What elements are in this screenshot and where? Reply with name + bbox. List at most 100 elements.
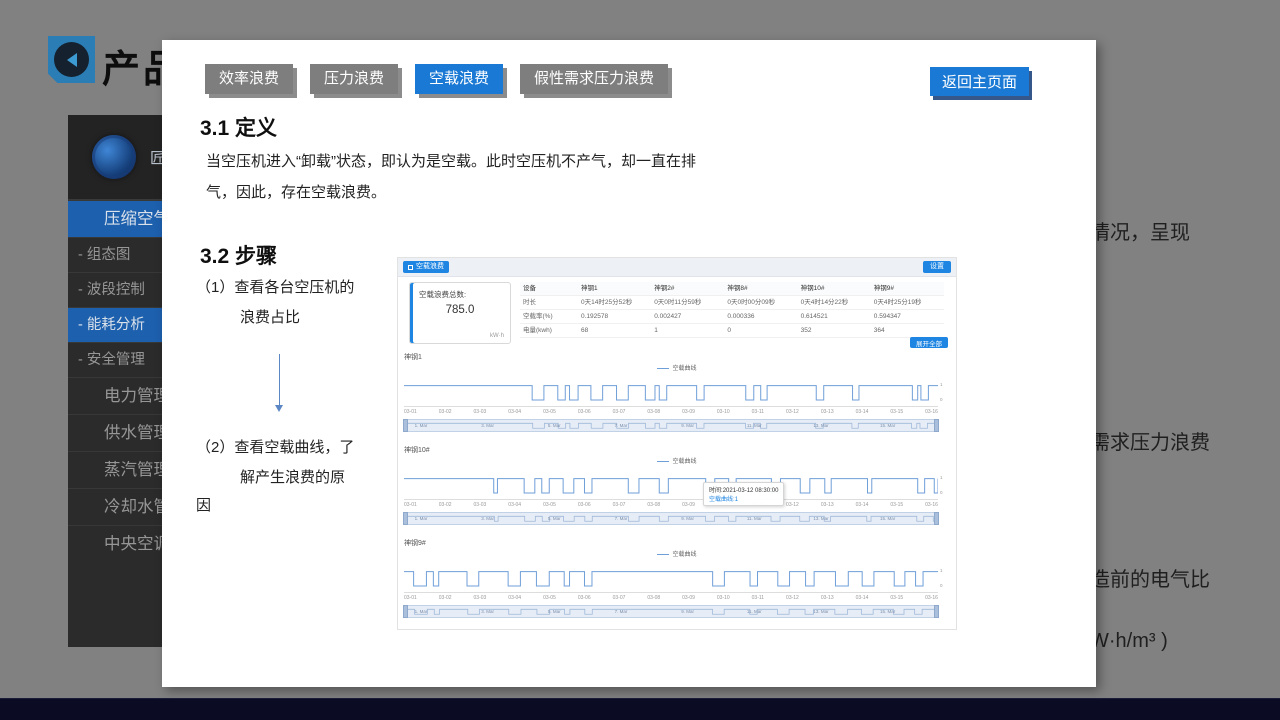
- y-axis-label: 1: [940, 382, 949, 387]
- expand-all-button[interactable]: 展开全部: [910, 337, 948, 348]
- legend-line-icon: [657, 461, 669, 462]
- x-tick-label: 03-06: [578, 595, 591, 601]
- screenshot-header: 空载浪费 设置: [398, 258, 956, 277]
- y-axis-label: 0: [940, 583, 949, 588]
- x-tick-label: 03-02: [439, 409, 452, 415]
- chart-device-label: 神钢1: [404, 352, 422, 362]
- chart-legend[interactable]: 空载曲线: [398, 456, 956, 465]
- step2-text-line2: 解产生浪费的原: [240, 466, 345, 487]
- background-text-fragment: 造前的电气比: [1090, 563, 1210, 592]
- table-cell: 0天4时14分22秒: [798, 296, 871, 309]
- brush-date-label: 3. Mar: [481, 609, 494, 614]
- brush-date-label: 1. Mar: [415, 609, 428, 614]
- x-tick-label: 03-08: [647, 595, 660, 601]
- table-row-name: 电量(kwh): [520, 324, 578, 337]
- brush-date-label: 1. Mar: [415, 516, 428, 521]
- brush-handle-right[interactable]: [934, 419, 939, 432]
- x-tick-label: 03-11: [752, 409, 764, 415]
- data-zoom-brush[interactable]: 1. Mar3. Mar5. Mar7. Mar9. Mar11. Mar13.…: [404, 512, 938, 525]
- settings-button[interactable]: 设置: [923, 261, 951, 273]
- panel-badge-label: 空载浪费: [416, 261, 444, 273]
- x-tick-label: 03-07: [613, 595, 626, 601]
- step1-text: （1）查看各台空压机的: [196, 276, 354, 297]
- chart-plot[interactable]: 10: [404, 376, 938, 407]
- chart-legend[interactable]: 空载曲线: [398, 363, 956, 372]
- table-cell: 0.000336: [724, 310, 797, 323]
- brush-handle-left[interactable]: [403, 419, 408, 432]
- definition-heading: 3.1 定义: [200, 112, 277, 142]
- bottom-bar: [0, 698, 1280, 720]
- brush-date-label: 3. Mar: [481, 516, 494, 521]
- chart-block: 神钢9#空载曲线1003-0103-0203-0303-0403-0503-06…: [398, 538, 956, 631]
- table-header-cell: 神钢1: [578, 282, 651, 295]
- brush-handle-left[interactable]: [403, 605, 408, 618]
- brush-date-label: 11. Mar: [747, 423, 762, 428]
- x-tick-label: 03-01: [404, 409, 417, 415]
- x-tick-label: 03-12: [786, 595, 799, 601]
- table-cell: 364: [871, 324, 944, 337]
- table-row: 空载率(%)0.1925780.0024270.0003360.6145210.…: [520, 310, 944, 324]
- brush-date-label: 7. Mar: [615, 423, 628, 428]
- x-tick-label: 03-13: [821, 595, 834, 601]
- x-tick-label: 03-03: [474, 595, 487, 601]
- chart-plot[interactable]: 10时间:2021-03-12 08:30:00空载曲线:1: [404, 469, 938, 500]
- x-tick-label: 03-05: [543, 502, 556, 508]
- brush-date-label: 9. Mar: [681, 423, 694, 428]
- x-tick-label: 03-01: [404, 502, 417, 508]
- summary-card-value: 785.0: [410, 304, 510, 316]
- table-cell: 0.614521: [798, 310, 871, 323]
- data-zoom-brush[interactable]: 1. Mar3. Mar5. Mar7. Mar9. Mar11. Mar13.…: [404, 605, 938, 618]
- table-header-cell: 神钢9#: [871, 282, 944, 295]
- x-tick-label: 03-09: [682, 502, 695, 508]
- brush-date-label: 13. Mar: [813, 423, 828, 428]
- waste-tab[interactable]: 空载浪费: [415, 64, 503, 94]
- table-row: 电量(kwh)6810352364: [520, 324, 944, 338]
- brush-handle-right[interactable]: [934, 605, 939, 618]
- brush-date-label: 15. Mar: [880, 423, 895, 428]
- x-tick-label: 03-02: [439, 595, 452, 601]
- chart-device-label: 神钢9#: [404, 538, 426, 548]
- background-text-fragment: 情况，呈现: [1090, 216, 1190, 245]
- tab-row: 效率浪费压力浪费空载浪费假性需求压力浪费: [205, 64, 668, 94]
- table-cell: 0天4时25分19秒: [871, 296, 944, 309]
- table-header-cell: 神钢8#: [724, 282, 797, 295]
- summary-card: 空载浪费总数: 785.0 kW·h: [409, 282, 511, 344]
- definition-body: 当空压机进入“卸载”状态，即认为是空载。此时空压机不产气，却一直在排气，因此，存…: [206, 146, 722, 208]
- x-axis-ticks: 03-0103-0203-0303-0403-0503-0603-0703-08…: [404, 409, 938, 415]
- table-cell: 68: [578, 324, 651, 337]
- chart-block: 神钢10#空载曲线10时间:2021-03-12 08:30:00空载曲线:10…: [398, 445, 956, 538]
- brush-date-label: 15. Mar: [880, 516, 895, 521]
- legend-line-icon: [657, 554, 669, 555]
- return-home-button[interactable]: 返回主页面: [930, 67, 1029, 96]
- tooltip-value: 空载曲线:1: [709, 494, 778, 503]
- brush-handle-right[interactable]: [934, 512, 939, 525]
- chart-block: 神钢1空载曲线1003-0103-0203-0303-0403-0503-060…: [398, 352, 956, 445]
- data-zoom-brush[interactable]: 1. Mar3. Mar5. Mar7. Mar9. Mar11. Mar13.…: [404, 419, 938, 432]
- x-tick-label: 03-05: [543, 409, 556, 415]
- waste-tab[interactable]: 效率浪费: [205, 64, 293, 94]
- x-tick-label: 03-13: [821, 409, 834, 415]
- table-cell: 0天14时25分52秒: [578, 296, 651, 309]
- background-text-fragment: W·h/m³ ): [1090, 630, 1168, 653]
- screen: 产品 匠 压缩空气- 组态图- 波段控制- 能耗分析- 安全管理电力管理供水管理…: [0, 0, 1280, 720]
- back-arrow-icon[interactable]: [48, 36, 95, 83]
- waste-tab[interactable]: 假性需求压力浪费: [520, 64, 668, 94]
- brush-date-label: 11. Mar: [747, 609, 762, 614]
- steps-heading: 3.2 步骤: [200, 240, 277, 270]
- summary-card-label: 空载浪费总数:: [410, 283, 510, 300]
- x-tick-label: 03-08: [647, 502, 660, 508]
- brush-date-label: 9. Mar: [681, 609, 694, 614]
- table-cell: 1: [651, 324, 724, 337]
- chart-tooltip: 时间:2021-03-12 08:30:00空载曲线:1: [703, 482, 784, 506]
- x-tick-label: 03-16: [925, 409, 938, 415]
- table-cell: 352: [798, 324, 871, 337]
- waste-tab[interactable]: 压力浪费: [310, 64, 398, 94]
- chart-plot[interactable]: 10: [404, 562, 938, 593]
- brush-handle-left[interactable]: [403, 512, 408, 525]
- y-axis-label: 1: [940, 568, 949, 573]
- chart-legend[interactable]: 空载曲线: [398, 549, 956, 558]
- brush-date-label: 15. Mar: [880, 609, 895, 614]
- x-tick-label: 03-04: [508, 595, 521, 601]
- x-tick-label: 03-11: [752, 595, 764, 601]
- panel-badge: 空载浪费: [403, 261, 449, 273]
